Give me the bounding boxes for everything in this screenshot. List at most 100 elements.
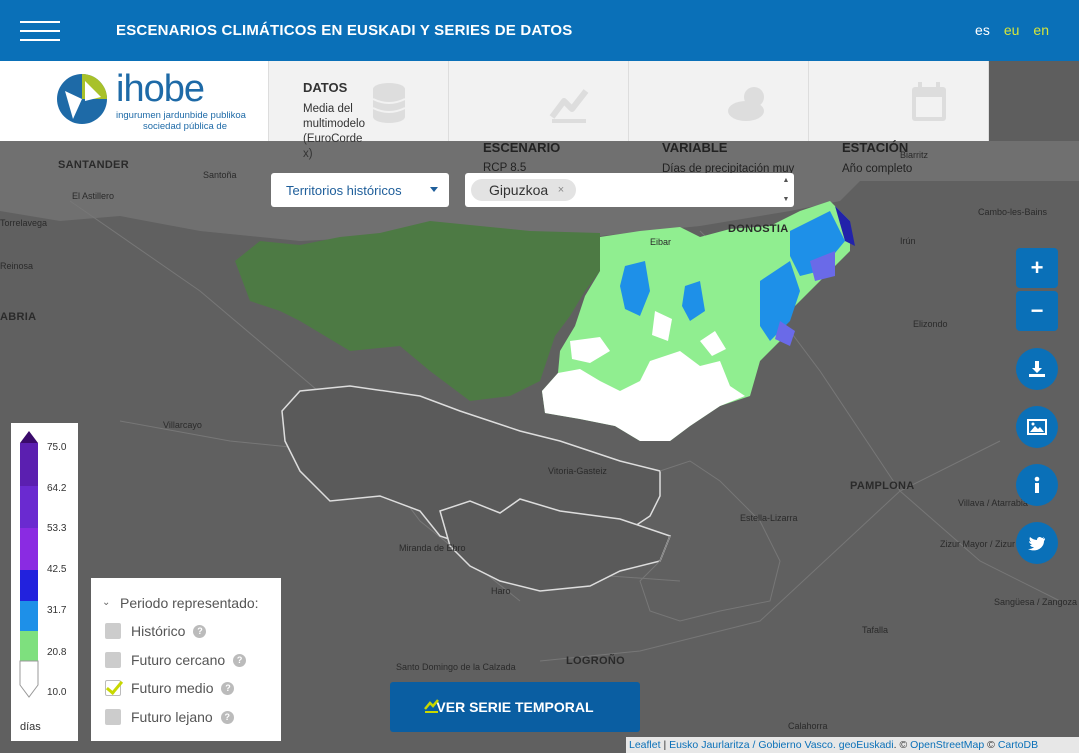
legend-tick: 64.2 xyxy=(47,483,67,494)
ihobe-logo[interactable]: ihobe ingurumen jardunbide publikoa soci… xyxy=(0,61,269,141)
zoom-in-button[interactable]: + xyxy=(1016,248,1058,288)
panel-variable[interactable] xyxy=(629,61,809,141)
checkbox[interactable] xyxy=(105,652,121,668)
menu-icon[interactable] xyxy=(20,20,60,41)
top-bar: ESCENARIOS CLIMÁTICOS EN EUSKADI Y SERIE… xyxy=(0,0,1079,61)
info-icon xyxy=(1034,476,1040,493)
period-option-futuro-lejano[interactable]: Futuro lejano ? xyxy=(105,707,234,727)
place-label: PAMPLONA xyxy=(850,480,915,492)
zoom-out-button[interactable]: − xyxy=(1016,291,1058,331)
chevron-down-icon xyxy=(430,187,438,192)
chart-line-icon xyxy=(549,89,589,123)
carto-link[interactable]: CartoDB xyxy=(998,739,1038,751)
period-option-historico[interactable]: Histórico ? xyxy=(105,621,207,641)
filters-bar: ihobe ingurumen jardunbide publikoa soci… xyxy=(0,61,1079,160)
panel-datos[interactable]: DATOS Media del multimodelo (EuroCordex) xyxy=(269,61,449,160)
period-option-label: Histórico xyxy=(131,623,186,639)
image-icon xyxy=(1027,419,1047,435)
language-switcher: es eu en xyxy=(975,22,1049,38)
logo-word: ihobe xyxy=(116,68,205,110)
place-label: Vitoria-Gasteiz xyxy=(548,466,607,476)
map-attribution: Leaflet | Eusko Jaurlaritza / Gobierno V… xyxy=(626,737,1079,753)
chevron-down-icon[interactable]: ⌄ xyxy=(102,597,110,608)
place-label: LOGROÑO xyxy=(566,655,625,667)
place-label: Cambo-les-Bains xyxy=(978,207,1048,217)
legend-scale xyxy=(19,431,39,698)
territory-select-label: Territorios históricos xyxy=(286,182,402,198)
place-label: Tafalla xyxy=(862,625,889,635)
place-label: Calahorra xyxy=(788,721,828,731)
place-label: Villarcayo xyxy=(163,420,202,430)
color-legend: 75.0 64.2 53.3 42.5 31.7 20.8 10.0 días xyxy=(11,423,78,741)
lang-es[interactable]: es xyxy=(975,22,990,38)
twitter-button[interactable] xyxy=(1016,522,1058,564)
logo-mark-icon xyxy=(57,74,107,124)
ver-serie-temporal-button[interactable]: VER SERIE TEMPORAL xyxy=(390,682,640,732)
panel-title: ESCENARIO xyxy=(483,140,561,155)
info-button[interactable] xyxy=(1016,464,1058,506)
download-button[interactable] xyxy=(1016,348,1058,390)
period-option-label: Futuro medio xyxy=(131,680,214,696)
place-label: Eibar xyxy=(650,237,672,247)
osm-link[interactable]: OpenStreetMap xyxy=(910,739,984,751)
serie-button-label: VER SERIE TEMPORAL xyxy=(436,699,594,715)
place-label: Estella-Lizarra xyxy=(740,513,798,523)
period-option-label: Futuro cercano xyxy=(131,652,226,668)
territory-multiselect[interactable]: Gipuzkoa × ▲ ▼ xyxy=(465,173,794,207)
help-icon[interactable]: ? xyxy=(233,653,247,667)
selected-chip[interactable]: Gipuzkoa × xyxy=(471,179,577,201)
chip-label: Gipuzkoa xyxy=(489,182,549,198)
lang-en[interactable]: en xyxy=(1033,22,1049,38)
period-option-label: Futuro lejano xyxy=(131,709,213,725)
place-label: ABRIA xyxy=(0,311,37,323)
image-export-button[interactable] xyxy=(1016,406,1058,448)
panel-escenario[interactable] xyxy=(449,61,629,141)
legend-tick: 53.3 xyxy=(47,523,67,534)
legend-tick: 20.8 xyxy=(47,647,67,658)
cloud-sun-icon xyxy=(728,87,764,121)
checkbox[interactable] xyxy=(105,623,121,639)
help-icon[interactable]: ? xyxy=(221,681,235,695)
chip-remove-icon[interactable]: × xyxy=(558,179,564,201)
panel-title: DATOS xyxy=(303,80,348,95)
territory-select[interactable]: Territorios históricos xyxy=(271,173,449,207)
place-label: Reinosa xyxy=(0,261,34,271)
panel-title: VARIABLE xyxy=(662,140,728,155)
period-panel: ⌄ Periodo representado: Histórico ? Futu… xyxy=(91,578,281,741)
period-title: Periodo representado: xyxy=(120,595,259,611)
place-label: Miranda de Ebro xyxy=(399,543,466,553)
panel-estacion[interactable] xyxy=(809,61,989,141)
source-link[interactable]: Eusko Jaurlaritza / Gobierno Vasco. geoE… xyxy=(669,739,894,751)
lang-eu[interactable]: eu xyxy=(1004,22,1020,38)
arrow-down-icon[interactable]: ▼ xyxy=(783,196,790,203)
period-option-futuro-cercano[interactable]: Futuro cercano ? xyxy=(105,650,247,670)
place-label: Santoña xyxy=(203,170,237,180)
legend-tick: 42.5 xyxy=(47,564,67,575)
attribution-text: . © xyxy=(893,739,911,751)
checkbox-checked[interactable] xyxy=(105,680,121,696)
place-label: SANTANDER xyxy=(58,159,129,171)
chart-line-icon xyxy=(424,699,439,713)
logo-subtitle: sociedad pública de xyxy=(143,121,227,132)
place-label: Haro xyxy=(491,586,511,596)
place-label: DONOSTIA xyxy=(728,223,789,235)
database-icon xyxy=(372,83,406,123)
place-label: Villava / Atarrabia xyxy=(958,498,1028,508)
help-icon[interactable]: ? xyxy=(220,710,234,724)
panel-title: ESTACIÓN xyxy=(842,140,909,155)
panel-value: Media del multimodelo (EuroCordex) xyxy=(303,103,365,160)
attribution-separator: | xyxy=(660,739,670,751)
app-title: ESCENARIOS CLIMÁTICOS EN EUSKADI Y SERIE… xyxy=(116,22,573,39)
legend-tick: 10.0 xyxy=(47,687,67,698)
attribution-text: © xyxy=(984,739,998,751)
period-option-futuro-medio[interactable]: Futuro medio ? xyxy=(105,678,235,698)
checkbox[interactable] xyxy=(105,709,121,725)
leaflet-link[interactable]: Leaflet xyxy=(629,739,661,751)
scroll-arrows[interactable]: ▲ ▼ xyxy=(781,177,791,203)
arrow-up-icon[interactable]: ▲ xyxy=(783,177,790,184)
panel-value: Año completo xyxy=(842,163,913,175)
logo-subtitle: ingurumen jardunbide publikoa xyxy=(116,110,246,121)
help-icon[interactable]: ? xyxy=(193,624,207,638)
place-label: El Astillero xyxy=(72,191,115,201)
legend-tick: 75.0 xyxy=(47,442,67,453)
